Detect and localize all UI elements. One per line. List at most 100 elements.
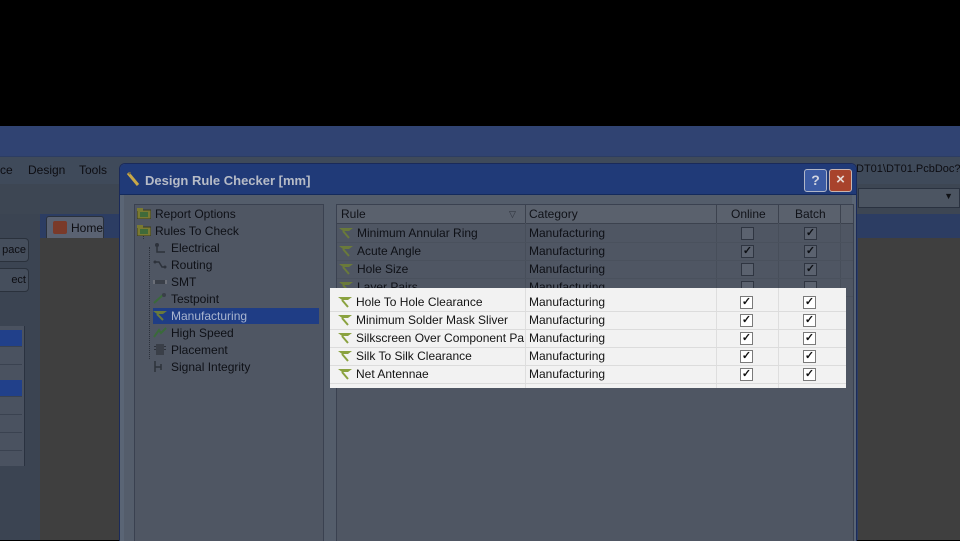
list-item[interactable] xyxy=(0,380,22,397)
electrical-icon xyxy=(155,243,165,253)
batch-checkbox[interactable]: ✓ xyxy=(803,350,816,363)
tab-home[interactable]: Home xyxy=(46,216,104,239)
manufacturing-rule-icon xyxy=(338,333,352,344)
folder-icon xyxy=(137,208,151,219)
online-checkbox[interactable]: ✓ xyxy=(741,245,754,258)
tree-item-label: SMT xyxy=(171,275,197,289)
tree-item-label: Manufacturing xyxy=(171,309,248,323)
rule-name: Minimum Solder Mask Sliver xyxy=(356,313,509,327)
rule-name: Hole Size xyxy=(357,262,409,276)
table-row[interactable]: Hole To Hole Clearance Manufacturing ✓ ✓ xyxy=(330,293,846,312)
online-checkbox[interactable] xyxy=(741,227,754,240)
column-divider xyxy=(778,205,779,223)
filter-icon[interactable]: ▽ xyxy=(509,209,516,220)
manufacturing-rule-icon xyxy=(339,264,353,275)
toolbar-combo[interactable]: ▼ xyxy=(858,188,960,208)
rule-name: Hole To Hole Clearance xyxy=(356,295,483,309)
batch-checkbox[interactable]: ✓ xyxy=(803,368,816,381)
batch-checkbox[interactable]: ✓ xyxy=(804,245,817,258)
batch-checkbox[interactable]: ✓ xyxy=(804,263,817,276)
list-item[interactable] xyxy=(0,398,22,415)
list-item[interactable] xyxy=(0,434,22,451)
testpoint-icon xyxy=(153,293,166,304)
batch-checkbox[interactable]: ✓ xyxy=(803,314,816,327)
table-row[interactable]: Silkscreen Over Component Pads Manufactu… xyxy=(330,329,846,348)
menu-item-place[interactable]: ce xyxy=(0,163,13,177)
rule-name: Silk To Silk Clearance xyxy=(356,349,472,363)
column-header-category[interactable]: Category xyxy=(529,207,578,221)
close-button[interactable]: × xyxy=(829,169,852,192)
online-checkbox[interactable]: ✓ xyxy=(740,332,753,345)
rule-name: Net Antennae xyxy=(356,367,429,381)
workspace-area-right xyxy=(858,238,960,540)
rule-category: Manufacturing xyxy=(529,349,606,363)
column-header-batch[interactable]: Batch xyxy=(795,207,826,221)
tree-item-label: Report Options xyxy=(155,207,236,221)
rule-name: Minimum Annular Ring xyxy=(357,226,478,240)
table-row[interactable]: Acute Angle Manufacturing ✓ ✓ xyxy=(337,242,853,261)
rule-category: Manufacturing xyxy=(529,313,606,327)
placement-icon xyxy=(154,344,166,355)
table-row[interactable]: Net Antennae Manufacturing ✓ ✓ xyxy=(330,365,846,384)
chevron-down-icon: ▼ xyxy=(944,191,953,201)
online-checkbox[interactable] xyxy=(741,263,754,276)
manufacturing-rule-icon xyxy=(338,297,352,308)
tree-item-placement[interactable]: Placement xyxy=(153,342,228,358)
online-checkbox[interactable]: ✓ xyxy=(740,350,753,363)
menu-item-tools[interactable]: Tools xyxy=(79,163,107,177)
tree-connector xyxy=(149,247,150,359)
tree-item-rules-to-check[interactable]: Rules To Check xyxy=(137,223,239,239)
column-divider xyxy=(840,205,841,223)
manufacturing-rule-icon xyxy=(339,228,353,239)
tree-item-signal-integrity[interactable]: Signal Integrity xyxy=(153,359,250,375)
manufacturing-rule-icon xyxy=(339,246,353,257)
rule-category: Manufacturing xyxy=(529,367,606,381)
column-divider xyxy=(716,205,717,223)
tree-item-smt[interactable]: SMT xyxy=(153,274,196,290)
help-button[interactable]: ? xyxy=(804,169,827,192)
batch-checkbox[interactable]: ✓ xyxy=(803,332,816,345)
online-checkbox[interactable]: ✓ xyxy=(740,296,753,309)
batch-checkbox[interactable]: ✓ xyxy=(803,296,816,309)
tree-item-routing[interactable]: Routing xyxy=(153,257,212,273)
list-item[interactable] xyxy=(0,348,22,365)
online-checkbox[interactable]: ✓ xyxy=(740,368,753,381)
batch-checkbox[interactable]: ✓ xyxy=(804,227,817,240)
list-item[interactable] xyxy=(0,330,22,347)
table-row[interactable]: Hole Size Manufacturing ✓ xyxy=(337,260,853,279)
menu-item-design[interactable]: Design xyxy=(28,163,65,177)
panel-list xyxy=(0,326,25,466)
tree-item-report-options[interactable]: Report Options xyxy=(137,206,236,222)
manufacturing-rule-icon xyxy=(338,351,352,362)
rule-category: Manufacturing xyxy=(529,331,606,345)
tree-item-label: High Speed xyxy=(171,326,234,340)
table-row[interactable]: Minimum Annular Ring Manufacturing ✓ xyxy=(337,224,853,243)
list-item[interactable] xyxy=(0,416,22,433)
smt-icon xyxy=(153,280,167,284)
home-icon xyxy=(53,221,67,234)
tree-item-label: Rules To Check xyxy=(155,224,239,238)
tree-item-testpoint[interactable]: Testpoint xyxy=(153,291,219,307)
highlighted-rules: Hole To Hole Clearance Manufacturing ✓ ✓… xyxy=(330,288,846,388)
column-divider xyxy=(525,205,526,223)
tree-item-label: Signal Integrity xyxy=(171,360,251,374)
folder-icon xyxy=(137,225,151,236)
column-header-rule[interactable]: Rule xyxy=(341,207,366,221)
workspace-area xyxy=(40,238,120,540)
tree-item-label: Electrical xyxy=(171,241,220,255)
table-row[interactable]: Minimum Solder Mask Sliver Manufacturing… xyxy=(330,311,846,330)
online-checkbox[interactable]: ✓ xyxy=(740,314,753,327)
manufacturing-icon xyxy=(153,311,167,321)
drc-app-icon xyxy=(126,172,140,186)
tree-item-high-speed[interactable]: High Speed xyxy=(153,325,234,341)
panel-button-workspace[interactable]: pace xyxy=(0,238,29,262)
table-row[interactable]: Silk To Silk Clearance Manufacturing ✓ ✓ xyxy=(330,347,846,366)
rule-category: Manufacturing xyxy=(529,262,606,276)
panel-button-project[interactable]: ect xyxy=(0,268,29,292)
tree-item-manufacturing[interactable]: Manufacturing xyxy=(153,308,319,324)
tree-item-electrical[interactable]: Electrical xyxy=(153,240,220,256)
signal-integrity-icon xyxy=(154,361,162,372)
column-header-online[interactable]: Online xyxy=(731,207,766,221)
grid-header: Rule ▽ Category Online Batch xyxy=(337,205,853,224)
rule-name: Silkscreen Over Component Pads xyxy=(356,331,524,345)
